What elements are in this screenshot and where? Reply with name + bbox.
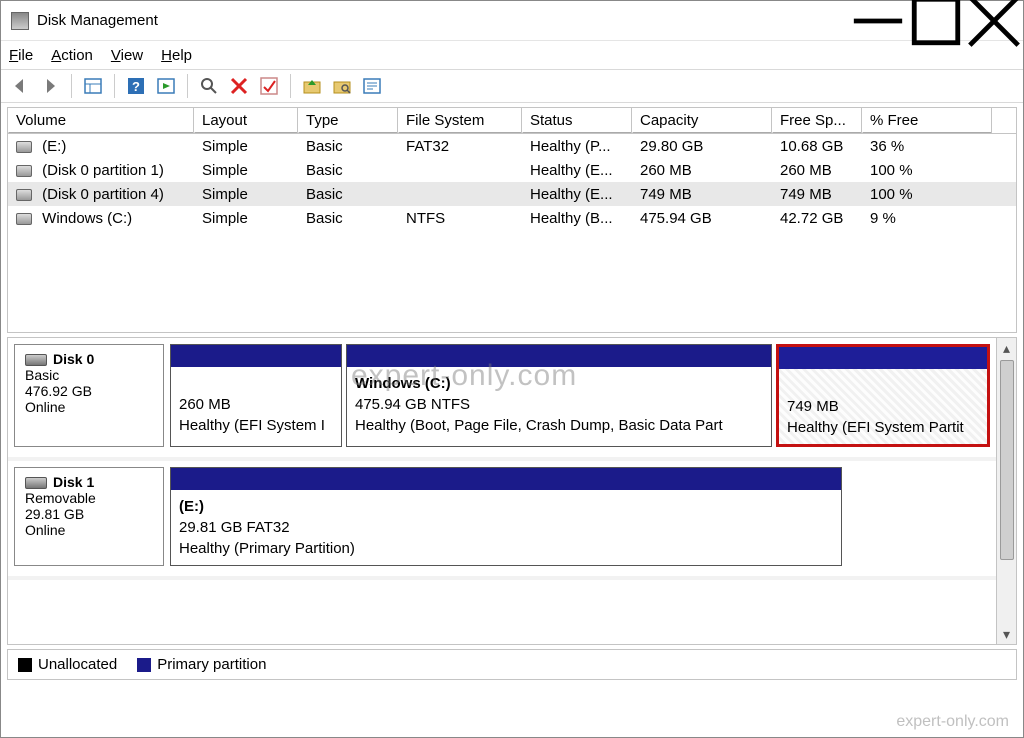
drive-icon xyxy=(16,213,32,225)
watermark-corner: expert-only.com xyxy=(896,713,1009,731)
delete-button[interactable] xyxy=(226,73,252,99)
disk-row: Disk 1 Removable29.81 GBOnline (E:)29.81… xyxy=(8,461,996,580)
app-icon xyxy=(11,12,29,30)
close-button[interactable] xyxy=(965,1,1023,41)
scroll-up-icon[interactable]: ▴ xyxy=(997,338,1016,358)
menu-help[interactable]: Help xyxy=(161,47,192,64)
disk-icon xyxy=(25,477,47,489)
show-hide-button[interactable] xyxy=(80,73,106,99)
volume-table-header: Volume Layout Type File System Status Ca… xyxy=(8,108,1016,134)
col-volume[interactable]: Volume xyxy=(8,108,194,133)
titlebar: Disk Management xyxy=(1,1,1023,41)
menu-action[interactable]: Action xyxy=(51,47,93,64)
legend-unallocated: Unallocated xyxy=(18,656,117,673)
maximize-button[interactable] xyxy=(907,1,965,41)
partition[interactable]: (E:)29.81 GB FAT32Healthy (Primary Parti… xyxy=(170,467,842,566)
menu-view[interactable]: View xyxy=(111,47,143,64)
col-filesystem[interactable]: File System xyxy=(398,108,522,133)
col-pct[interactable]: % Free xyxy=(862,108,992,133)
scroll-down-icon[interactable]: ▾ xyxy=(997,624,1016,644)
folder-search-icon[interactable] xyxy=(329,73,355,99)
volume-row[interactable]: (Disk 0 partition 1)SimpleBasicHealthy (… xyxy=(8,158,1016,182)
volume-row[interactable]: (E:)SimpleBasicFAT32Healthy (P...29.80 G… xyxy=(8,134,1016,158)
drive-icon xyxy=(16,141,32,153)
partition[interactable]: Windows (C:)475.94 GB NTFSHealthy (Boot,… xyxy=(346,344,772,447)
help-button[interactable]: ? xyxy=(123,73,149,99)
menu-file[interactable]: File xyxy=(9,47,33,64)
disk-row: Disk 0 Basic476.92 GBOnline 260 MBHealth… xyxy=(8,338,996,461)
disk-graphical-pane: Disk 0 Basic476.92 GBOnline 260 MBHealth… xyxy=(7,337,1017,645)
actions-button[interactable] xyxy=(153,73,179,99)
back-button[interactable] xyxy=(7,73,33,99)
toolbar: ? xyxy=(1,69,1023,103)
disk-header[interactable]: Disk 1 Removable29.81 GBOnline xyxy=(14,467,164,566)
window-title: Disk Management xyxy=(37,12,158,29)
svg-text:?: ? xyxy=(132,79,140,94)
disk-icon xyxy=(25,354,47,366)
drive-icon xyxy=(16,165,32,177)
col-status[interactable]: Status xyxy=(522,108,632,133)
volume-row[interactable]: Windows (C:)SimpleBasicNTFSHealthy (B...… xyxy=(8,206,1016,230)
vertical-scrollbar[interactable]: ▴ ▾ xyxy=(996,338,1016,644)
minimize-button[interactable] xyxy=(849,1,907,41)
col-capacity[interactable]: Capacity xyxy=(632,108,772,133)
volume-row[interactable]: (Disk 0 partition 4)SimpleBasicHealthy (… xyxy=(8,182,1016,206)
forward-button[interactable] xyxy=(37,73,63,99)
check-button[interactable] xyxy=(256,73,282,99)
scroll-thumb[interactable] xyxy=(1000,360,1014,560)
drive-icon xyxy=(16,189,32,201)
properties-icon[interactable] xyxy=(359,73,385,99)
legend: Unallocated Primary partition xyxy=(7,649,1017,680)
volume-table: Volume Layout Type File System Status Ca… xyxy=(7,107,1017,333)
search-icon[interactable] xyxy=(196,73,222,99)
partition[interactable]: 749 MBHealthy (EFI System Partit xyxy=(776,344,990,447)
partition[interactable]: 260 MBHealthy (EFI System I xyxy=(170,344,342,447)
col-layout[interactable]: Layout xyxy=(194,108,298,133)
col-type[interactable]: Type xyxy=(298,108,398,133)
folder-up-icon[interactable] xyxy=(299,73,325,99)
disk-header[interactable]: Disk 0 Basic476.92 GBOnline xyxy=(14,344,164,447)
col-free[interactable]: Free Sp... xyxy=(772,108,862,133)
legend-primary: Primary partition xyxy=(137,656,266,673)
